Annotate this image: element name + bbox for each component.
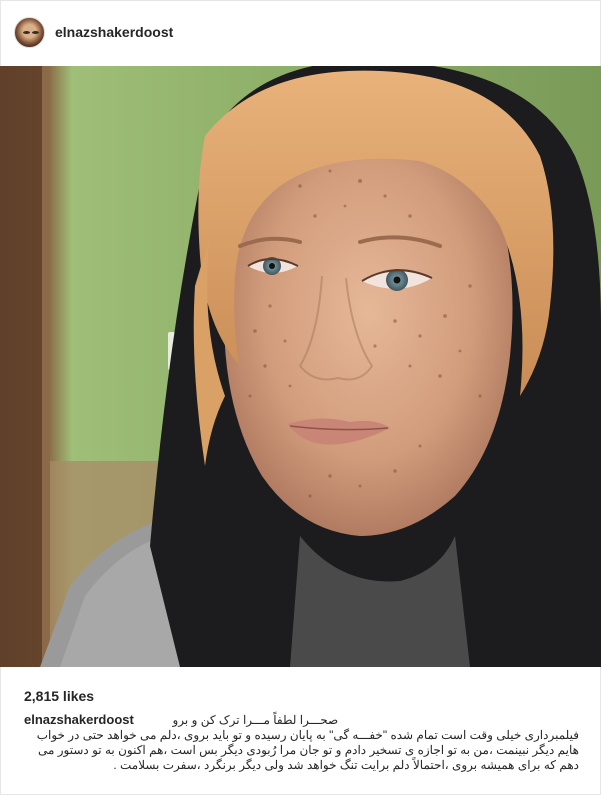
caption-body: فیلمبرداری خیلی وقت است تمام شده "خفـــه… xyxy=(36,728,579,772)
avatar[interactable] xyxy=(14,17,45,48)
post-caption: elnazshakerdoost صحـــرا لطفاً مـــرا تر… xyxy=(24,712,579,773)
caption-title: صحـــرا لطفاً مـــرا ترک کن و برو xyxy=(172,713,339,727)
post-photo[interactable] xyxy=(0,66,601,667)
header-username[interactable]: elnazshakerdoost xyxy=(55,24,173,40)
post-header: elnazshakerdoost xyxy=(0,0,601,66)
portrait-image xyxy=(0,66,601,667)
caption-username[interactable]: elnazshakerdoost xyxy=(24,712,134,727)
likes-count[interactable]: 2,815 likes xyxy=(24,688,94,704)
